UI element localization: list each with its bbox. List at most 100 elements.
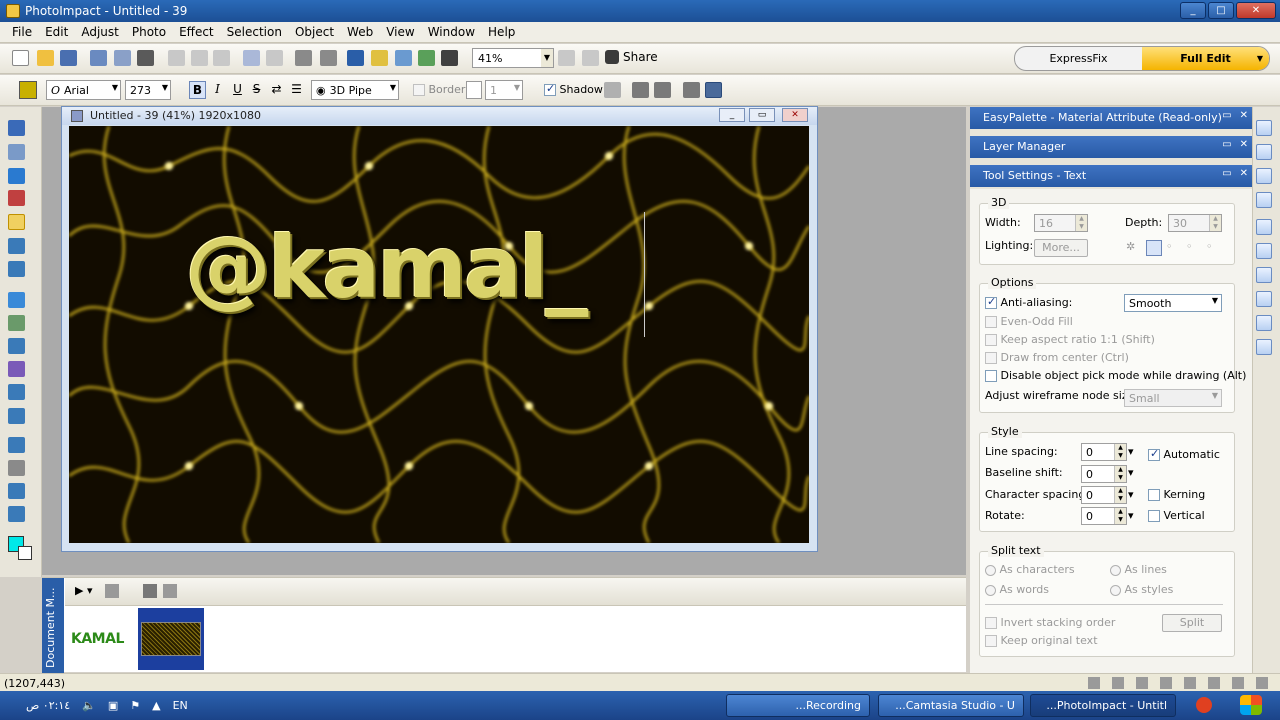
tray-expand-icon[interactable]: ▲ xyxy=(152,699,160,712)
display-icon[interactable] xyxy=(347,50,364,66)
spinner-arrows-icon[interactable]: ▲ ▼ xyxy=(1114,508,1126,524)
menu-effect[interactable]: Effect xyxy=(179,25,214,39)
keep-aspect-row[interactable]: Keep aspect ratio 1:1 (Shift) xyxy=(985,333,1155,346)
automatic-row[interactable]: Automatic xyxy=(1148,447,1220,461)
retouch-tool-icon[interactable] xyxy=(8,292,25,308)
as-characters-row[interactable]: As characters xyxy=(985,563,1075,576)
panel-restore-icon[interactable]: ▭ xyxy=(1222,168,1231,179)
light-2-icon[interactable]: ◦ xyxy=(1166,240,1182,256)
panel-close-icon[interactable]: ✕ xyxy=(1240,139,1248,150)
as-words-radio[interactable] xyxy=(985,584,996,596)
doc-close-button[interactable]: ✕ xyxy=(782,108,808,122)
keep-original-row[interactable]: Keep original text xyxy=(985,634,1098,647)
open-folder-icon[interactable] xyxy=(37,50,54,66)
path-tool-icon[interactable] xyxy=(8,506,25,522)
text-tool-icon[interactable] xyxy=(8,214,25,230)
panel-close-icon[interactable]: ✕ xyxy=(1240,110,1248,121)
light-3-icon[interactable]: ◦ xyxy=(1186,240,1202,256)
spinner-arrows-icon[interactable]: ▲ ▼ xyxy=(1209,215,1221,231)
pick-tool-icon[interactable] xyxy=(8,120,25,136)
font-size-combo[interactable]: 273 ▼ xyxy=(125,80,171,100)
path-text-icon[interactable] xyxy=(705,82,722,98)
line-spacing-spinner[interactable]: 0 ▲ ▼ xyxy=(1081,443,1127,461)
paste-icon[interactable] xyxy=(213,50,230,66)
layer-manager-icon[interactable] xyxy=(1256,144,1272,160)
taskbar-item-recording[interactable]: ...Recording xyxy=(726,694,870,717)
chevron-down-icon[interactable]: ▼ xyxy=(162,83,168,92)
tab-full-edit[interactable]: Full Edit ▼ xyxy=(1142,47,1269,70)
chevron-down-icon[interactable]: ▼ xyxy=(112,83,118,92)
shadow-checkbox[interactable] xyxy=(544,82,556,96)
wireframe-dropdown[interactable]: Small ▼ xyxy=(1124,389,1222,407)
chevron-down-icon[interactable]: ▼ xyxy=(390,83,396,92)
wrap-icon[interactable] xyxy=(683,82,700,98)
fill-tool-icon[interactable] xyxy=(8,361,25,377)
opera-icon[interactable] xyxy=(1196,697,1212,713)
close-button[interactable]: ✕ xyxy=(1236,2,1276,19)
scan-icon[interactable] xyxy=(114,50,131,66)
capture-icon[interactable] xyxy=(137,50,154,66)
light-sun-icon[interactable]: ✲ xyxy=(1126,240,1142,256)
document-thumbnail[interactable]: KAMAL xyxy=(69,608,135,670)
save-icon[interactable] xyxy=(60,50,77,66)
even-odd-checkbox[interactable] xyxy=(985,316,997,328)
chevron-down-icon[interactable]: ▼ xyxy=(1257,47,1263,70)
italic-button[interactable]: I xyxy=(209,81,226,99)
disable-pick-row[interactable]: Disable object pick mode while drawing (… xyxy=(985,369,1246,382)
spinner-arrows-icon[interactable]: ▲ ▼ xyxy=(1114,487,1126,503)
border-checkbox[interactable] xyxy=(413,84,425,96)
panel-close-icon[interactable]: ✕ xyxy=(1240,168,1248,179)
chevron-down-icon[interactable]: ▼ xyxy=(1212,391,1218,400)
magic-wand-icon[interactable] xyxy=(441,50,458,66)
cut-icon[interactable] xyxy=(168,50,185,66)
resize-icon[interactable] xyxy=(395,50,412,66)
more-button[interactable]: More... xyxy=(1034,239,1088,257)
automatic-checkbox[interactable] xyxy=(1148,447,1160,461)
zoom-in-icon[interactable] xyxy=(558,50,575,66)
anti-aliasing-row[interactable]: Anti-aliasing: xyxy=(985,295,1072,309)
mask-tool-icon[interactable] xyxy=(8,168,25,184)
clock[interactable]: ٠٢:١٤ ص xyxy=(26,699,70,712)
depth-spinner[interactable]: 30 ▲ ▼ xyxy=(1168,214,1222,232)
spinner-arrows-icon[interactable]: ▲ ▼ xyxy=(1114,444,1126,460)
minimize-button[interactable]: _ xyxy=(1180,2,1206,19)
crop-tool-icon[interactable] xyxy=(8,238,25,254)
chevron-down-icon[interactable]: ▾ xyxy=(1128,466,1134,479)
stamp-tool-icon[interactable] xyxy=(8,408,25,424)
zoom-combo[interactable]: 41% ▼ xyxy=(472,48,554,68)
menu-object[interactable]: Object xyxy=(295,25,334,39)
document-manager-icon[interactable] xyxy=(1256,243,1272,259)
document-thumbnail-selected[interactable] xyxy=(138,608,204,670)
menu-help[interactable]: Help xyxy=(488,25,515,39)
copy-icon[interactable] xyxy=(191,50,208,66)
align-icon[interactable]: ☰ xyxy=(288,81,305,99)
selection-tool-icon[interactable] xyxy=(8,144,25,160)
font-combo[interactable]: O Arial ▼ xyxy=(46,80,121,100)
tool-settings-panel-header[interactable]: Tool Settings - Text ▭ ✕ xyxy=(970,165,1252,187)
chevron-down-icon[interactable]: ▾ xyxy=(1128,445,1134,458)
width-spinner[interactable]: 16 ▲ ▼ xyxy=(1034,214,1088,232)
menu-selection[interactable]: Selection xyxy=(227,25,282,39)
3d-style-combo[interactable]: ◉ 3D Pipe ▼ xyxy=(311,80,399,100)
even-odd-row[interactable]: Even-Odd Fill xyxy=(985,315,1073,328)
doc-restore-button[interactable]: ▭ xyxy=(749,108,775,122)
volume-icon[interactable]: 🔈 xyxy=(82,699,96,712)
spinner-arrows-icon[interactable]: ▲ ▼ xyxy=(1114,466,1126,482)
eraser-tool-icon[interactable] xyxy=(8,384,25,400)
anti-aliasing-checkbox[interactable] xyxy=(985,295,997,309)
menu-adjust[interactable]: Adjust xyxy=(81,25,119,39)
background-color-swatch[interactable] xyxy=(18,546,32,560)
new-file-icon[interactable] xyxy=(12,50,29,66)
navigator-icon[interactable] xyxy=(1256,219,1272,235)
border-width-combo[interactable]: 1 ▼ xyxy=(485,80,523,100)
quick-command-icon[interactable] xyxy=(1256,192,1272,208)
vertical-row[interactable]: Vertical xyxy=(1148,509,1205,522)
material-icon[interactable] xyxy=(632,82,649,98)
as-lines-row[interactable]: As lines xyxy=(1110,563,1167,576)
invert-order-row[interactable]: Invert stacking order xyxy=(985,616,1115,629)
undo-icon[interactable] xyxy=(243,50,260,66)
help-icon[interactable] xyxy=(1256,339,1272,355)
menu-window[interactable]: Window xyxy=(428,25,475,39)
maximize-button[interactable]: □ xyxy=(1208,2,1234,19)
easypalette-icon[interactable] xyxy=(1256,120,1272,136)
